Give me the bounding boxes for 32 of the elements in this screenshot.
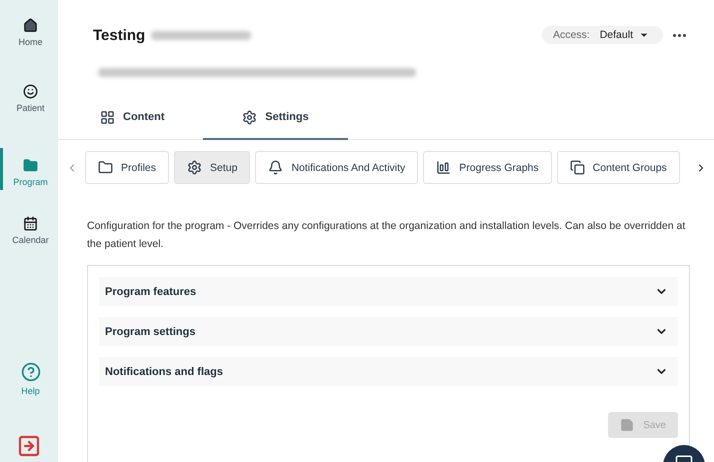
more-icon xyxy=(673,34,686,36)
access-dropdown[interactable]: Access: Default xyxy=(542,26,663,44)
description-text: Configuration for the program - Overrides any configurations at the organization and installation levels. Can also be overridden at the patient level. xyxy=(87,219,686,252)
nav-item[interactable]: Calendar xyxy=(0,214,58,274)
more-button[interactable] xyxy=(673,34,686,36)
tab[interactable]: Settings xyxy=(203,98,348,140)
grid-icon xyxy=(100,110,115,124)
section-tab[interactable]: Setup xyxy=(174,151,250,184)
setup-icon xyxy=(187,160,202,175)
nav-item[interactable]: Home xyxy=(0,16,58,76)
page-title: Testing xyxy=(93,26,146,44)
accordion-header[interactable]: Notifications and flags xyxy=(99,357,678,386)
section-tab[interactable]: Progress Graphs xyxy=(423,151,552,184)
section-tab[interactable]: Content Groups xyxy=(556,151,680,184)
home-icon xyxy=(23,18,38,33)
gear-icon xyxy=(242,110,258,124)
graphs-icon xyxy=(436,160,452,175)
program-icon xyxy=(23,158,38,173)
nav-item[interactable]: Program xyxy=(0,148,58,190)
notifications-icon xyxy=(268,160,284,175)
help-item[interactable]: Help xyxy=(0,360,58,420)
accordion-header[interactable]: Program settings xyxy=(99,317,678,346)
calendar-icon xyxy=(23,216,38,231)
floppy-icon xyxy=(620,418,634,432)
help-icon xyxy=(20,362,40,382)
section-tab[interactable]: Profiles xyxy=(85,151,170,184)
section-tab[interactable]: Notifications And Activity xyxy=(255,151,418,184)
logout-icon[interactable] xyxy=(17,434,41,458)
tab[interactable]: Content xyxy=(88,98,203,140)
patient-icon xyxy=(23,84,38,99)
accordion-header[interactable]: Program features xyxy=(99,277,678,306)
nav-item[interactable]: Patient xyxy=(0,82,58,142)
